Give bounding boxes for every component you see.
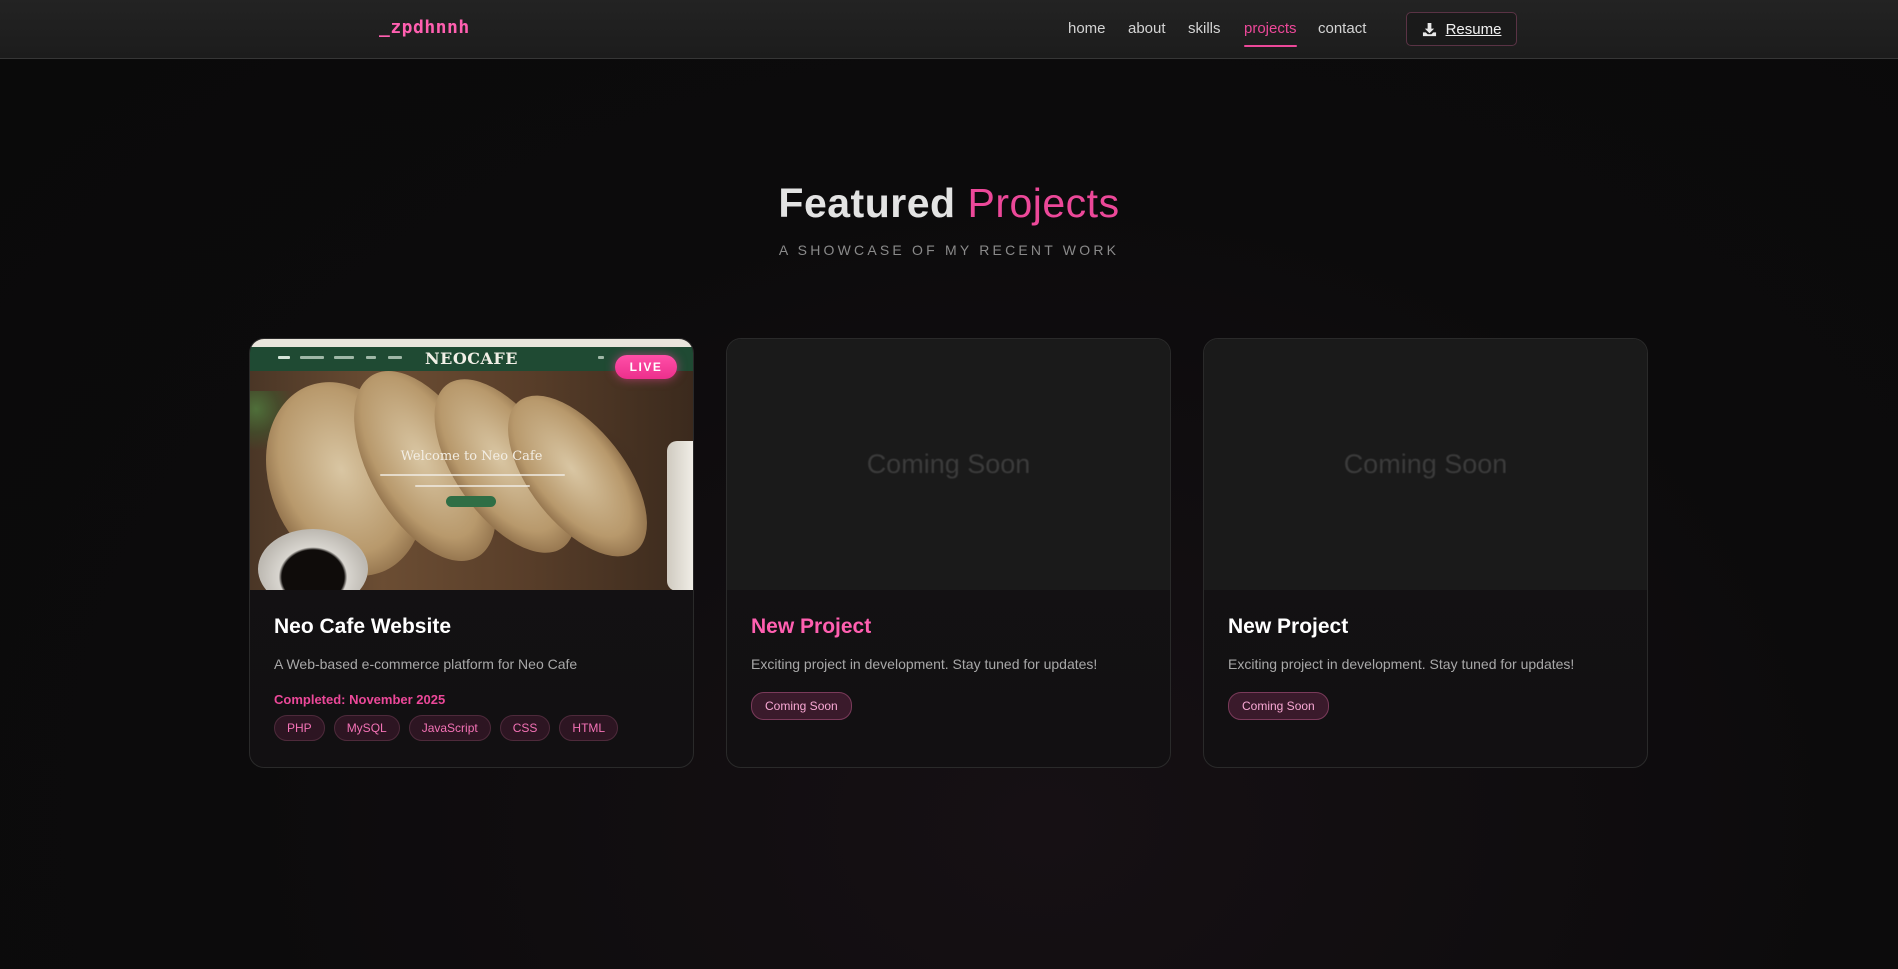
section-subtitle: A SHOWCASE OF MY RECENT WORK <box>778 242 1120 258</box>
project-completed-date: Completed: November 2025 <box>274 692 446 707</box>
section-title-featured: Featured <box>778 180 956 226</box>
thumbnail-text-line <box>415 485 530 487</box>
thumbnail-text-line <box>380 474 565 476</box>
tech-tag-php: PHP <box>274 715 325 741</box>
project-placeholder: Coming Soon <box>1204 339 1647 590</box>
active-nav-underline <box>1244 45 1297 47</box>
coming-soon-badge: Coming Soon <box>1228 692 1329 720</box>
site-logo[interactable]: _zpdhnnh <box>379 17 470 38</box>
nav-link-projects-label: projects <box>1244 20 1297 37</box>
tech-tag-javascript: JavaScript <box>408 715 491 741</box>
project-description: Exciting project in development. Stay tu… <box>751 656 1098 672</box>
nav-link-skills[interactable]: skills <box>1188 20 1221 37</box>
thumbnail-topbar <box>250 339 693 347</box>
tech-tag-css: CSS <box>499 715 551 741</box>
project-card-body: New Project Exciting project in developm… <box>751 615 1150 720</box>
nav-link-home[interactable]: home <box>1068 20 1106 37</box>
section-title: Featured Projects <box>0 180 1898 227</box>
project-description: A Web-based e-commerce platform for Neo … <box>274 656 578 672</box>
project-card-body: New Project Exciting project in developm… <box>1228 615 1627 720</box>
project-thumbnail[interactable]: NEOCAFE Welcome to Neo Cafe LIVE <box>250 339 693 590</box>
project-card-body: Neo Cafe Website A Web-based e-commerce … <box>274 615 673 741</box>
project-description: Exciting project in development. Stay tu… <box>1228 656 1575 672</box>
nav-link-projects[interactable]: projects <box>1244 20 1297 47</box>
project-title: New Project <box>1228 615 1349 638</box>
tech-tags: PHP MySQL JavaScript CSS HTML <box>274 715 673 741</box>
project-title: Neo Cafe Website <box>274 615 451 638</box>
live-badge[interactable]: LIVE <box>615 355 677 379</box>
project-title: New Project <box>751 615 872 638</box>
project-card-neo-cafe[interactable]: NEOCAFE Welcome to Neo Cafe LIVE Neo Caf… <box>249 338 694 768</box>
thumbnail-hero <box>250 347 693 590</box>
nav-link-about[interactable]: about <box>1128 20 1166 37</box>
resume-button[interactable]: Resume <box>1406 12 1517 46</box>
thumbnail-welcome-text: Welcome to Neo Cafe <box>400 449 543 464</box>
download-icon <box>1422 22 1437 37</box>
coming-soon-placeholder: Coming Soon <box>866 449 1031 479</box>
project-card-new-project-1[interactable]: Coming Soon New Project Exciting project… <box>726 338 1171 768</box>
resume-button-label: Resume <box>1445 20 1502 38</box>
project-placeholder: Coming Soon <box>727 339 1170 590</box>
navbar: _zpdhnnh home about skills projects cont… <box>0 0 1898 59</box>
coming-soon-placeholder: Coming Soon <box>1343 449 1508 479</box>
coming-soon-badge: Coming Soon <box>751 692 852 720</box>
tech-tag-mysql: MySQL <box>333 715 400 741</box>
nav-link-contact[interactable]: contact <box>1318 20 1366 37</box>
thumbnail-cta <box>446 496 496 507</box>
section-title-projects: Projects <box>967 180 1120 226</box>
project-card-new-project-2[interactable]: Coming Soon New Project Exciting project… <box>1203 338 1648 768</box>
tech-tag-html: HTML <box>559 715 619 741</box>
